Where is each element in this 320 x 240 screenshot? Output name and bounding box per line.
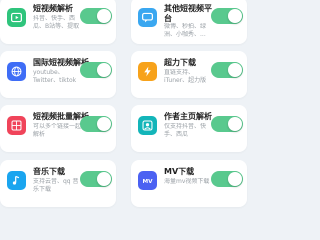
feature-card-grid: 短视频解析 抖音、快手、西瓜、B站等、提取 其他短视频平台 微博、秒拍、绿洲、小… (0, 0, 249, 207)
svg-text:MV: MV (142, 179, 153, 185)
card-international-parse[interactable]: 国际短视频解析 youtube、Twitter、tiktok (0, 51, 116, 98)
toggle-knob (97, 172, 111, 186)
card-description: 可以多个链接一起解析 (33, 123, 82, 138)
card-description: youtube、Twitter、tiktok (33, 69, 77, 84)
card-description: 支持云音、qq 音乐下载 (33, 178, 79, 193)
card-short-video-parse[interactable]: 短视频解析 抖音、快手、西瓜、B站等、提取 (0, 0, 116, 44)
chat-bubble-icon (138, 8, 157, 27)
batch-grid-icon (7, 116, 26, 135)
card-description: 微博、秒拍、绿洲、小咖秀、... (164, 23, 207, 38)
toggle-knob (97, 117, 111, 131)
card-description: 海量mv视频下载 (164, 178, 210, 185)
lightning-icon (138, 62, 157, 81)
card-mv-download[interactable]: MV MV下载 海量mv视频下载 (131, 160, 247, 207)
enable-toggle[interactable] (211, 62, 243, 78)
card-title: 作者主页解析 (164, 112, 212, 121)
card-title: 其他短视频平台 (164, 4, 212, 23)
mv-badge-icon: MV (138, 171, 157, 190)
card-title: 超力下载 (164, 58, 196, 67)
card-description: 直链支持、iTuner、超力版 (164, 69, 207, 84)
enable-toggle[interactable] (80, 171, 112, 187)
enable-toggle[interactable] (211, 116, 243, 132)
card-author-page-parse[interactable]: 作者主页解析 仅支持抖音、快手、西瓜 (131, 105, 247, 152)
music-note-icon (7, 171, 26, 190)
enable-toggle[interactable] (80, 62, 112, 78)
card-title: 音乐下载 (33, 167, 65, 176)
toggle-knob (97, 9, 111, 23)
card-music-download[interactable]: 音乐下载 支持云音、qq 音乐下载 (0, 160, 116, 207)
globe-icon (7, 62, 26, 81)
toggle-knob (228, 117, 242, 131)
card-batch-parse[interactable]: 短视频批量解析 可以多个链接一起解析 (0, 105, 116, 152)
toggle-knob (228, 63, 242, 77)
enable-toggle[interactable] (211, 171, 243, 187)
card-other-platforms[interactable]: 其他短视频平台 微博、秒拍、绿洲、小咖秀、... (131, 0, 247, 44)
video-play-icon (7, 8, 26, 27)
toggle-knob (97, 63, 111, 77)
enable-toggle[interactable] (211, 8, 243, 24)
card-description: 抖音、快手、西瓜、B站等、提取 (33, 15, 80, 30)
card-title: 短视频解析 (33, 4, 73, 13)
user-profile-icon (138, 116, 157, 135)
enable-toggle[interactable] (80, 8, 112, 24)
enable-toggle[interactable] (80, 116, 112, 132)
card-title: MV下载 (164, 167, 195, 176)
toggle-knob (228, 9, 242, 23)
card-power-download[interactable]: 超力下载 直链支持、iTuner、超力版 (131, 51, 247, 98)
toggle-knob (228, 172, 242, 186)
card-description: 仅支持抖音、快手、西瓜 (164, 123, 207, 138)
